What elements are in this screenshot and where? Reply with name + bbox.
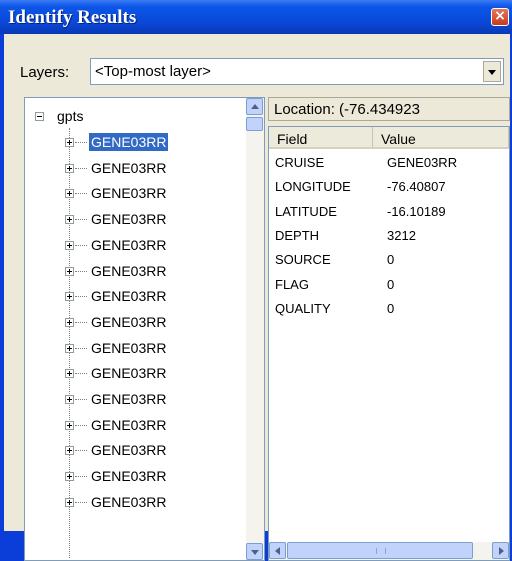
minus-box-icon[interactable] [35, 112, 44, 121]
plus-box-icon[interactable] [65, 420, 74, 430]
title-bar[interactable]: Identify Results × [0, 0, 512, 34]
tree-item-label: GENE03RR [91, 236, 167, 253]
tree-branch-line [75, 219, 87, 221]
plus-box-icon[interactable] [65, 395, 74, 404]
tree-item-label: GENE03RR [91, 468, 167, 485]
plus-box-icon[interactable] [65, 343, 74, 353]
table-row[interactable]: SOURCE 0 [269, 252, 509, 272]
scroll-left-icon[interactable] [269, 542, 286, 559]
scroll-right-icon[interactable] [492, 542, 509, 559]
plus-box-icon[interactable] [65, 240, 74, 250]
plus-box-icon[interactable] [65, 138, 74, 147]
plus-box-icon[interactable] [65, 189, 74, 199]
table-row[interactable]: QUALITY 0 [269, 301, 509, 321]
field-name: SOURCE [275, 252, 331, 268]
field-value: 3212 [387, 227, 416, 243]
field-name: QUALITY [275, 300, 331, 316]
tree-vertical-scrollbar[interactable] [246, 98, 264, 560]
field-value: GENE03RR [387, 155, 458, 170]
field-name: LONGITUDE [275, 179, 351, 195]
close-button[interactable]: × [491, 8, 509, 26]
field-value: 0 [387, 276, 395, 292]
scroll-up-icon[interactable] [246, 98, 263, 115]
table-row[interactable]: CRUISE GENE03RR [269, 155, 509, 175]
field-name: CRUISE [275, 155, 325, 170]
plus-box-icon[interactable] [65, 497, 74, 507]
scroll-thumb[interactable] [287, 542, 473, 559]
tree-branch-line [75, 142, 87, 143]
tree-item-label: GENE03RR [91, 185, 167, 202]
tree-branch-line [75, 270, 87, 272]
tree-item-label: GENE03RR [91, 288, 167, 305]
tree-branch-line [75, 193, 87, 195]
layers-dropdown-value: <Top-most layer> [95, 63, 211, 80]
plus-box-icon[interactable] [65, 215, 74, 225]
tree-item-label: GENE03RR [91, 493, 167, 510]
dialog-body: Layers: <Top-most layer> gpts GENE03RR GE… [4, 34, 510, 561]
plus-box-icon[interactable] [65, 446, 74, 456]
plus-box-icon[interactable] [65, 163, 74, 173]
tree-branch-line [75, 296, 87, 298]
chevron-down-icon[interactable] [483, 61, 501, 82]
tree-item-label: GENE03RR [91, 211, 167, 228]
close-icon: × [494, 8, 506, 24]
tree-item-label: GENE03RR [91, 365, 167, 382]
attributes-horizontal-scrollbar[interactable] [269, 542, 509, 560]
tree-branch-line [75, 424, 87, 426]
plus-box-icon[interactable] [65, 292, 74, 302]
results-tree[interactable]: gpts GENE03RR GENE03RR GENE03RR GENE03RR GEN… [24, 97, 265, 561]
plus-box-icon[interactable] [65, 266, 74, 276]
tree-item-label: GENE03RR [91, 416, 167, 433]
window-title: Identify Results [8, 7, 137, 28]
scroll-down-icon[interactable] [246, 543, 263, 560]
tree-branch-line [75, 244, 87, 246]
attributes-table[interactable]: Field Value CRUISE GENE03RR LONGITUDE -76.4… [268, 126, 510, 561]
tree-branch-line [75, 373, 87, 375]
scroll-thumb[interactable] [246, 117, 263, 131]
location-text: Location: (-76.434923 [274, 101, 420, 118]
tree-item-label: GENE03RR [91, 339, 167, 356]
table-row[interactable]: DEPTH 3212 [269, 228, 509, 248]
tree-item-label: GENE03RR [91, 262, 167, 279]
field-name: LATITUDE [275, 203, 337, 219]
tree-item-label: GENE03RR [89, 133, 169, 151]
tree-branch-line [75, 399, 87, 400]
plus-box-icon[interactable] [65, 317, 74, 327]
field-value: 0 [387, 252, 395, 268]
tree-branch-line [75, 501, 87, 503]
tree-branch-line [75, 167, 87, 169]
tree-item-label: GENE03RR [91, 159, 167, 176]
table-row[interactable]: FLAG 0 [269, 277, 509, 297]
tree-branch-line [75, 476, 87, 478]
tree-branch-line [75, 450, 87, 452]
table-row[interactable]: LONGITUDE -76.40807 [269, 179, 509, 199]
tree-item-label: GENE03RR [91, 313, 167, 330]
tree-item-label: GENE03RR [91, 442, 167, 459]
tree-item-label: GENE03RR [91, 391, 167, 407]
tree-branch-line [75, 321, 87, 323]
field-value: -16.10189 [387, 203, 446, 219]
field-value: -76.40807 [387, 179, 446, 195]
tree-root-label: gpts [57, 108, 84, 124]
column-header-value[interactable]: Value [373, 127, 509, 149]
field-value: 0 [387, 300, 395, 316]
field-name: DEPTH [275, 227, 320, 243]
location-readout: Location: (-76.434923 [268, 97, 510, 121]
plus-box-icon[interactable] [65, 369, 74, 379]
field-name: FLAG [275, 276, 309, 292]
table-row[interactable]: LATITUDE -16.10189 [269, 204, 509, 224]
layers-label: Layers: [20, 64, 70, 81]
identify-results-window: Identify Results × Layers: <Top-most lay… [0, 0, 512, 561]
column-header-field[interactable]: Field [269, 127, 373, 149]
tree-branch-line [75, 347, 87, 349]
layers-dropdown[interactable]: <Top-most layer> [90, 58, 504, 85]
plus-box-icon[interactable] [65, 472, 74, 482]
